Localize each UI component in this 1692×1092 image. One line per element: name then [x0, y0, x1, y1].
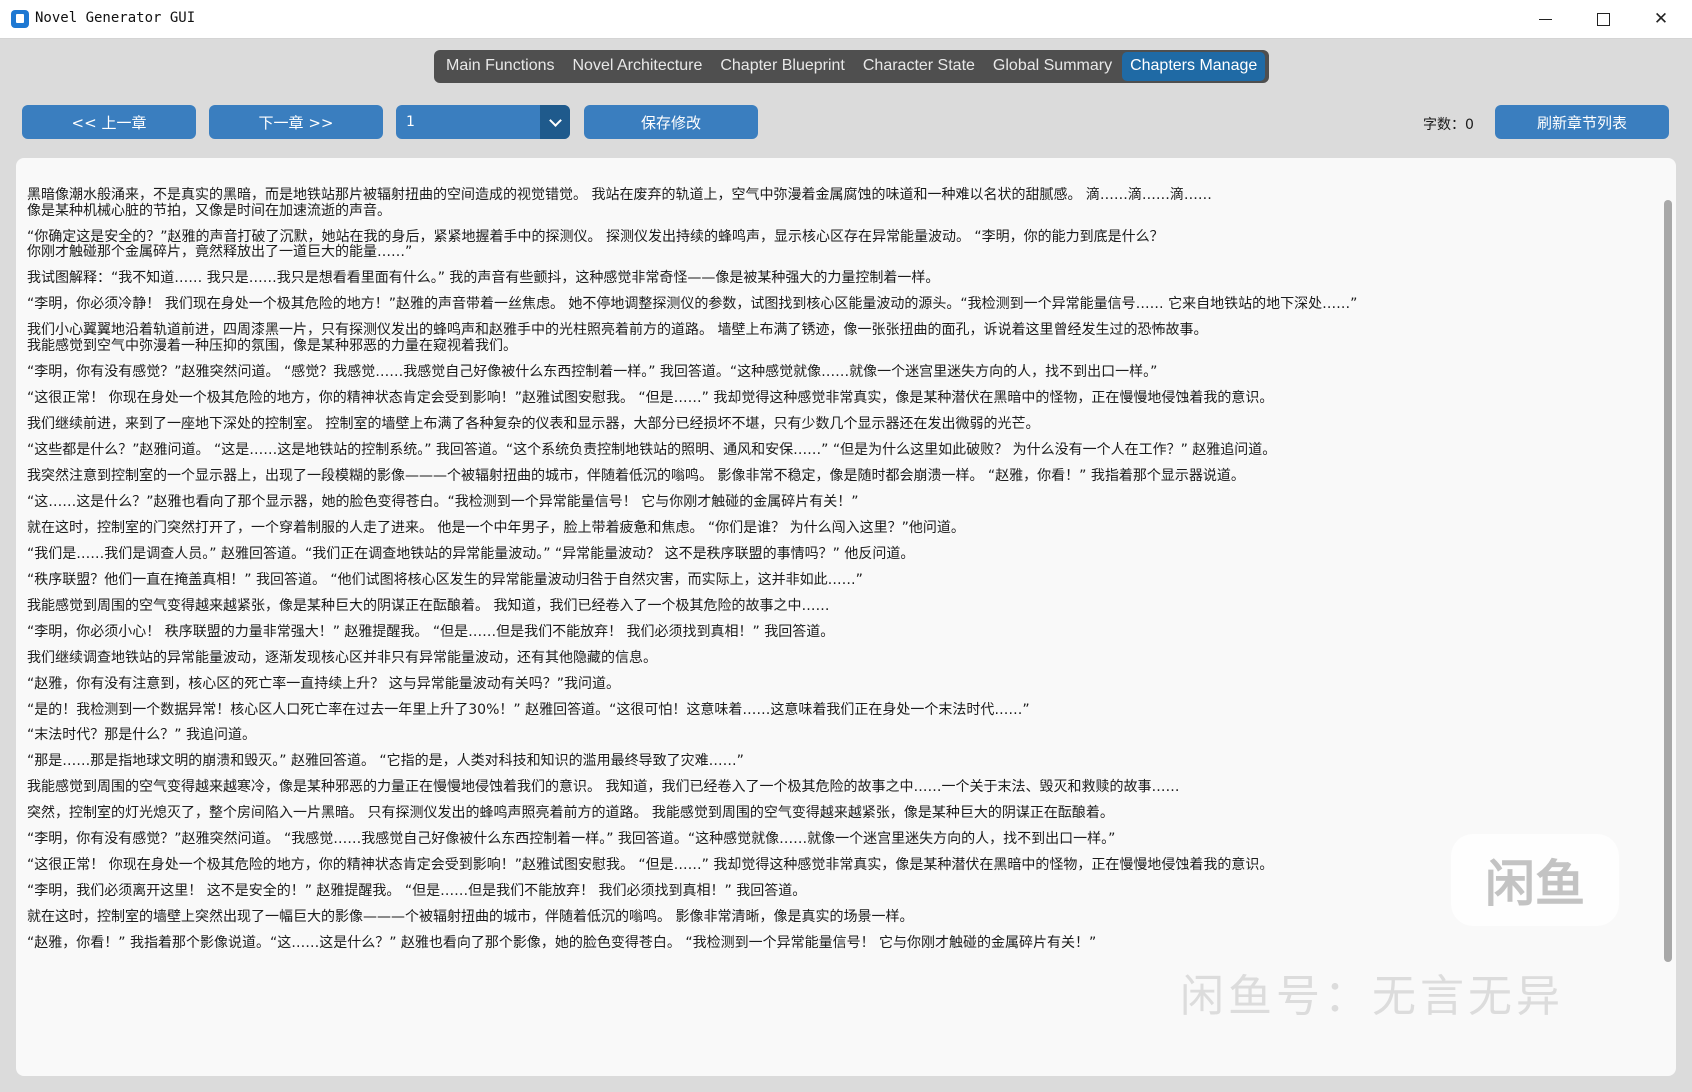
chapter-text-editor[interactable]: 黑暗像潮水般涌来，不是真实的黑暗，而是地铁站那片被辐射扭曲的空间造成的视觉错觉。… [16, 158, 1676, 1076]
text-paragraph: 我们小心翼翼地沿着轨道前进，四周漆黑一片，只有探测仪发出的蜂鸣声和赵雅手中的光柱… [27, 322, 1208, 354]
title-bar: Novel Generator GUI ✕ [0, 0, 1692, 39]
tab-bar: Main Functions Novel Architecture Chapte… [434, 50, 1270, 83]
app-icon [11, 10, 29, 28]
text-paragraph: “赵雅，你有没有注意到，核心区的死亡率一直持续上升？ 这与异常能量波动有关吗？”… [27, 675, 620, 692]
text-paragraph: “我们是……我们是调查人员。” 赵雅回答道。“我们正在调查地铁站的异常能量波动。… [27, 545, 915, 562]
close-icon: ✕ [1653, 9, 1669, 29]
text-paragraph: “李明，你必须冷静！ 我们现在身处一个极其危险的地方！”赵雅的声音带着一丝焦虑。… [27, 296, 1358, 313]
word-count: 字数：0 [1423, 117, 1474, 133]
next-chapter-button[interactable]: 下一章 >> [209, 105, 383, 139]
text-paragraph: 黑暗像潮水般涌来，不是真实的黑暗，而是地铁站那片被辐射扭曲的空间造成的视觉错觉。… [27, 187, 1212, 219]
text-paragraph: “是的！我检测到一个数据异常！核心区人口死亡率在过去一年里上升了30%！” 赵雅… [27, 701, 1030, 718]
minimize-icon [1538, 18, 1552, 20]
text-paragraph: 突然，控制室的灯光熄灭了，整个房间陷入一片黑暗。 只有探测仪发出的蜂鸣声照亮着前… [27, 805, 1114, 822]
text-paragraph: 就在这时，控制室的门突然打开了，一个穿着制服的人走了进来。 他是一个中年男子，脸… [27, 519, 965, 536]
watermark-logo: 闲鱼 [1451, 834, 1619, 926]
chapter-select[interactable]: 1 [396, 105, 570, 139]
close-button[interactable]: ✕ [1632, 0, 1690, 38]
tab-novel-architecture[interactable]: Novel Architecture [565, 52, 711, 81]
text-paragraph: “那是……那是指地球文明的崩溃和毁灭。” 赵雅回答道。 “它指的是，人类对科技和… [27, 753, 744, 770]
refresh-chapter-list-button[interactable]: 刷新章节列表 [1495, 105, 1669, 139]
tab-chapters-manage[interactable]: Chapters Manage [1122, 52, 1266, 81]
tab-character-state[interactable]: Character State [855, 52, 983, 81]
text-paragraph: 我们继续调查地铁站的异常能量波动，逐渐发现核心区并非只有异常能量波动，还有其他隐… [27, 649, 657, 666]
tab-global-summary[interactable]: Global Summary [985, 52, 1120, 81]
maximize-icon [1596, 12, 1610, 26]
text-paragraph: “秩序联盟？他们一直在掩盖真相！” 我回答道。 “他们试图将核心区发生的异常能量… [27, 571, 863, 588]
minimize-button[interactable] [1516, 0, 1574, 38]
maximize-button[interactable] [1574, 0, 1632, 38]
text-paragraph: “这很正常！ 你现在身处一个极其危险的地方，你的精神状态肯定会受到影响！”赵雅试… [27, 389, 1274, 406]
text-paragraph: 我们继续前进，来到了一座地下深处的控制室。 控制室的墙壁上布满了各种复杂的仪表和… [27, 415, 1040, 432]
text-paragraph: 我试图解释：“我不知道…… 我只是……我只是想看看里面有什么。” 我的声音有些颤… [27, 270, 940, 287]
window-title: Novel Generator GUI [35, 10, 196, 26]
chevron-down-icon [548, 113, 562, 127]
text-paragraph: “李明，你必须小心！ 秩序联盟的力量非常强大！” 赵雅提醒我。 “但是……但是我… [27, 623, 835, 640]
vertical-scrollbar[interactable] [1661, 158, 1675, 1076]
chapter-text[interactable]: 黑暗像潮水般涌来，不是真实的黑暗，而是地铁站那片被辐射扭曲的空间造成的视觉错觉。… [27, 187, 1647, 962]
text-paragraph: “李明，我们必须离开这里！ 这不是安全的！” 赵雅提醒我。 “但是……但是我们不… [27, 883, 807, 900]
text-paragraph: “你确定这是安全的？”赵雅的声音打破了沉默，她站在我的身后，紧紧地握着手中的探测… [27, 228, 1164, 261]
text-paragraph: “李明，你有没有感觉？”赵雅突然问道。 “感觉？我感觉……我感觉自己好像被什么东… [27, 363, 1158, 380]
save-button[interactable]: 保存修改 [584, 105, 758, 139]
text-paragraph: 我能感觉到周围的空气变得越来越寒冷，像是某种邪恶的力量正在慢慢地侵蚀着我们的意识… [27, 779, 1180, 796]
watermark-text: 闲鱼号：无言无异 [1180, 971, 1564, 1022]
text-paragraph: 就在这时，控制室的墙壁上突然出现了一幅巨大的影像———个被辐射扭曲的城市，伴随着… [27, 909, 914, 926]
tab-chapter-blueprint[interactable]: Chapter Blueprint [712, 52, 853, 81]
text-paragraph: 我能感觉到周围的空气变得越来越紧张，像是某种巨大的阴谋正在酝酿着。 我知道，我们… [27, 597, 830, 614]
text-paragraph: “赵雅，你看！” 我指着那个影像说道。“这……这是什么？” 赵雅也看向了那个影像… [27, 935, 1097, 952]
text-paragraph: “李明，你有没有感觉？”赵雅突然问道。 “我感觉……我感觉自己好像被什么东西控制… [27, 831, 1116, 848]
text-paragraph: “这些都是什么？”赵雅问道。 “这是……这是地铁站的控制系统。” 我回答道。“这… [27, 441, 1277, 458]
text-paragraph: “这……这是什么？”赵雅也看向了那个显示器，她的脸色变得苍白。“我检测到一个异常… [27, 493, 859, 510]
prev-chapter-button[interactable]: << 上一章 [22, 105, 196, 139]
chapter-select-value: 1 [406, 114, 415, 130]
text-paragraph: 我突然注意到控制室的一个显示器上，出现了一段模糊的影像———个被辐射扭曲的城市，… [27, 467, 1245, 484]
text-paragraph: “末法时代？那是什么？” 我追问道。 [27, 727, 256, 744]
text-paragraph: “这很正常！ 你现在身处一个极其危险的地方，你的精神状态肯定会受到影响！”赵雅试… [27, 857, 1274, 874]
scrollbar-thumb[interactable] [1664, 200, 1672, 962]
tab-main-functions[interactable]: Main Functions [438, 52, 563, 81]
dropdown-arrow-button[interactable] [540, 105, 570, 139]
